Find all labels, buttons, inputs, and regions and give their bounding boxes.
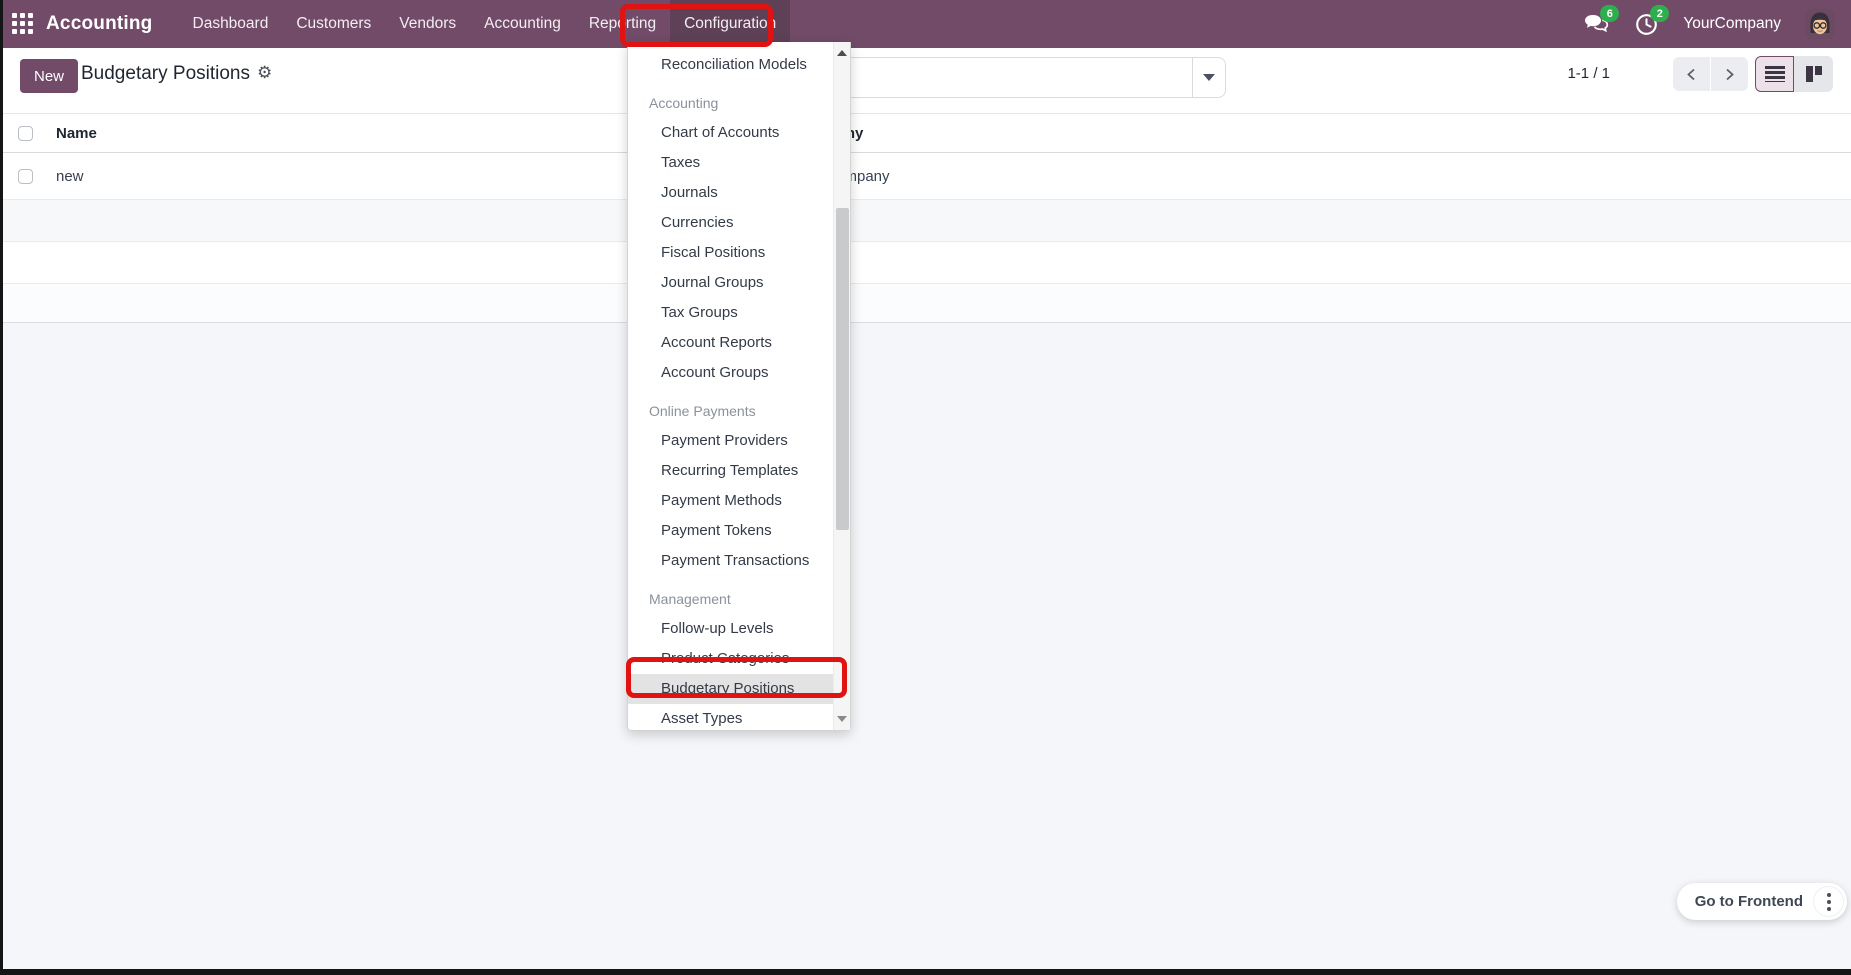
new-button[interactable]: New — [20, 59, 78, 93]
menu-item-tax-groups[interactable]: Tax Groups — [628, 298, 835, 328]
avatar[interactable] — [1805, 9, 1835, 39]
menu-item-asset-types[interactable]: Asset Types — [628, 704, 835, 730]
chevron-left-icon — [1685, 68, 1698, 81]
empty-row — [0, 200, 1851, 242]
empty-row — [0, 242, 1851, 284]
nav-item-accounting[interactable]: Accounting — [470, 0, 575, 48]
app-name: Accounting — [46, 13, 153, 35]
menu-section-management: Management — [628, 584, 835, 614]
empty-row — [0, 284, 1851, 323]
apps-grid-glyph — [12, 13, 34, 35]
configuration-dropdown-menu: Reconciliation Models Accounting Chart o… — [627, 42, 851, 731]
top-navbar: Accounting Dashboard Customers Vendors A… — [0, 0, 1851, 48]
apps-grid-icon[interactable] — [0, 0, 46, 48]
list-view-table: Name Company new YourCompany — [0, 113, 1851, 323]
content-background — [0, 322, 1851, 975]
activities-badge: 2 — [1650, 5, 1669, 22]
nav-item-reporting[interactable]: Reporting — [575, 0, 670, 48]
pager-counter: 1-1 / 1 — [1567, 65, 1610, 82]
table-row[interactable]: new YourCompany — [0, 153, 1851, 200]
page-title: Budgetary Positions — [81, 63, 250, 85]
messages-badge: 6 — [1600, 5, 1619, 22]
menu-item-payment-methods[interactable]: Payment Methods — [628, 486, 835, 516]
nav-item-label: Accounting — [484, 15, 561, 33]
menu-item-journals[interactable]: Journals — [628, 178, 835, 208]
configuration-menu-items: Reconciliation Models Accounting Chart o… — [628, 42, 835, 730]
kanban-view-icon — [1804, 64, 1824, 84]
table-header-row: Name Company — [0, 113, 1851, 153]
nav-item-configuration[interactable]: Configuration — [670, 0, 790, 48]
go-to-frontend-button[interactable]: Go to Frontend — [1695, 893, 1803, 910]
dot-icon — [1827, 900, 1831, 904]
avatar-image — [1805, 9, 1835, 39]
pager — [1673, 57, 1748, 91]
dropdown-scrollbar[interactable] — [833, 42, 850, 730]
app-window: Accounting Dashboard Customers Vendors A… — [0, 0, 1851, 975]
pager-next-button[interactable] — [1711, 57, 1748, 91]
menu-item-taxes[interactable]: Taxes — [628, 148, 835, 178]
menu-item-payment-providers[interactable]: Payment Providers — [628, 426, 835, 456]
menu-item-journal-groups[interactable]: Journal Groups — [628, 268, 835, 298]
control-panel: New Budgetary Positions ⚙ 1-1 / 1 — [0, 48, 1851, 113]
list-view-icon — [1765, 66, 1785, 82]
nav-item-label: Vendors — [399, 15, 456, 33]
menu-item-chart-of-accounts[interactable]: Chart of Accounts — [628, 118, 835, 148]
main-menu: Dashboard Customers Vendors Accounting R… — [179, 0, 791, 48]
menu-item-currencies[interactable]: Currencies — [628, 208, 835, 238]
dot-icon — [1827, 893, 1831, 897]
nav-item-label: Reporting — [589, 15, 656, 33]
dot-icon — [1827, 907, 1831, 911]
window-edge-bottom — [0, 969, 1851, 975]
messages-button[interactable]: 6 — [1583, 12, 1609, 36]
user-menu[interactable]: YourCompany — [1683, 15, 1781, 33]
pager-previous-button[interactable] — [1673, 57, 1710, 91]
menu-item-product-categories[interactable]: Product Categories — [628, 644, 835, 674]
view-switcher — [1755, 56, 1833, 92]
frontend-pill: Go to Frontend — [1677, 883, 1847, 920]
activities-button[interactable]: 2 — [1633, 12, 1659, 36]
menu-item-follow-up-levels[interactable]: Follow-up Levels — [628, 614, 835, 644]
menu-item-budgetary-positions[interactable]: Budgetary Positions — [628, 674, 835, 704]
gear-icon[interactable]: ⚙ — [257, 64, 272, 81]
chevron-down-icon — [1203, 74, 1215, 81]
scroll-down-icon[interactable] — [837, 716, 847, 722]
menu-section-online-payments: Online Payments — [628, 396, 835, 426]
scroll-up-icon[interactable] — [837, 50, 847, 56]
menu-item-reconciliation-models[interactable]: Reconciliation Models — [628, 50, 835, 80]
kanban-view-button[interactable] — [1794, 56, 1833, 92]
menu-item-payment-transactions[interactable]: Payment Transactions — [628, 546, 835, 576]
menu-item-account-groups[interactable]: Account Groups — [628, 358, 835, 388]
nav-item-label: Customers — [296, 15, 371, 33]
nav-item-customers[interactable]: Customers — [282, 0, 385, 48]
more-options-button[interactable] — [1813, 886, 1844, 917]
menu-item-payment-tokens[interactable]: Payment Tokens — [628, 516, 835, 546]
menu-item-fiscal-positions[interactable]: Fiscal Positions — [628, 238, 835, 268]
window-edge-left — [0, 0, 3, 975]
nav-item-vendors[interactable]: Vendors — [385, 0, 470, 48]
menu-item-account-reports[interactable]: Account Reports — [628, 328, 835, 358]
menu-section-accounting: Accounting — [628, 88, 835, 118]
column-header-name[interactable]: Name — [56, 125, 97, 142]
menu-item-recurring-templates[interactable]: Recurring Templates — [628, 456, 835, 486]
nav-item-dashboard[interactable]: Dashboard — [179, 0, 283, 48]
search-dropdown-button[interactable] — [1192, 58, 1225, 97]
list-view-button[interactable] — [1755, 56, 1794, 92]
nav-item-label: Dashboard — [193, 15, 269, 33]
chevron-right-icon — [1723, 68, 1736, 81]
scrollbar-thumb[interactable] — [836, 208, 849, 530]
row-checkbox[interactable] — [18, 169, 33, 184]
select-all-checkbox[interactable] — [18, 126, 33, 141]
cell-name: new — [56, 168, 84, 185]
navbar-systray: 6 2 YourCompany — [1583, 0, 1851, 48]
nav-item-label: Configuration — [684, 15, 776, 33]
